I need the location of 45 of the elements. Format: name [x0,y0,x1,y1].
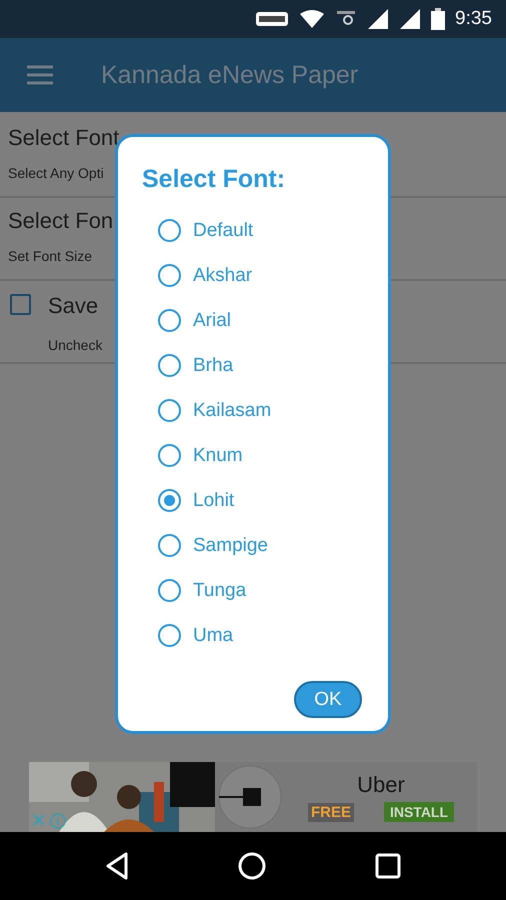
dialog-title: Select Font: [142,165,286,194]
clock: 9:35 [455,8,492,30]
option-label[interactable]: Default [193,220,254,242]
option-label[interactable]: Sampige [193,534,268,556]
info-icon[interactable] [50,813,66,829]
app-name: Uber [357,772,405,798]
radio-button[interactable] [158,354,181,377]
radio-button[interactable] [158,489,181,512]
option-label[interactable]: Arial [193,310,232,332]
signal-icon [367,8,390,30]
menu-icon[interactable] [27,65,53,85]
radio-button[interactable] [158,534,181,557]
option-label[interactable]: Lohit [193,490,234,512]
home-icon[interactable] [238,852,266,880]
option-label[interactable]: Tunga [193,580,246,602]
option-label[interactable]: Uma [193,624,234,646]
ok-button[interactable]: OK [294,681,362,718]
option-label[interactable]: Knum [193,444,243,466]
setting-title: Select Fon [8,208,114,234]
option-label[interactable]: Brha [193,354,234,376]
signal-icon [399,8,422,30]
option-label[interactable]: Akshar [193,264,252,286]
install-button[interactable]: INSTALL [384,802,454,822]
setting-subtitle: Select Any Opti [8,165,104,181]
setting-title: Select Font [8,125,120,151]
option-label[interactable]: Kailasam [193,400,272,422]
price-label: FREE [308,802,354,822]
recents-icon[interactable] [375,853,402,879]
app-title: Kannada eNews Paper [101,60,358,90]
volte-icon [255,10,290,28]
radio-button[interactable] [158,264,181,287]
battery-icon [431,8,446,30]
ad-banner[interactable]: Uber FREE INSTALL [29,762,477,832]
radio-button[interactable] [158,309,181,332]
radio-button[interactable] [158,624,181,647]
radio-button[interactable] [158,579,181,602]
setting-subtitle: Uncheck [48,337,102,353]
setting-subtitle: Set Font Size [8,248,92,264]
radio-button[interactable] [158,444,181,467]
radio-button[interactable] [158,399,181,422]
checkbox[interactable] [10,294,31,315]
back-icon[interactable] [104,852,129,880]
wifi-icon [299,9,326,29]
setting-title: Save [48,293,98,319]
radio-button[interactable] [158,219,181,242]
